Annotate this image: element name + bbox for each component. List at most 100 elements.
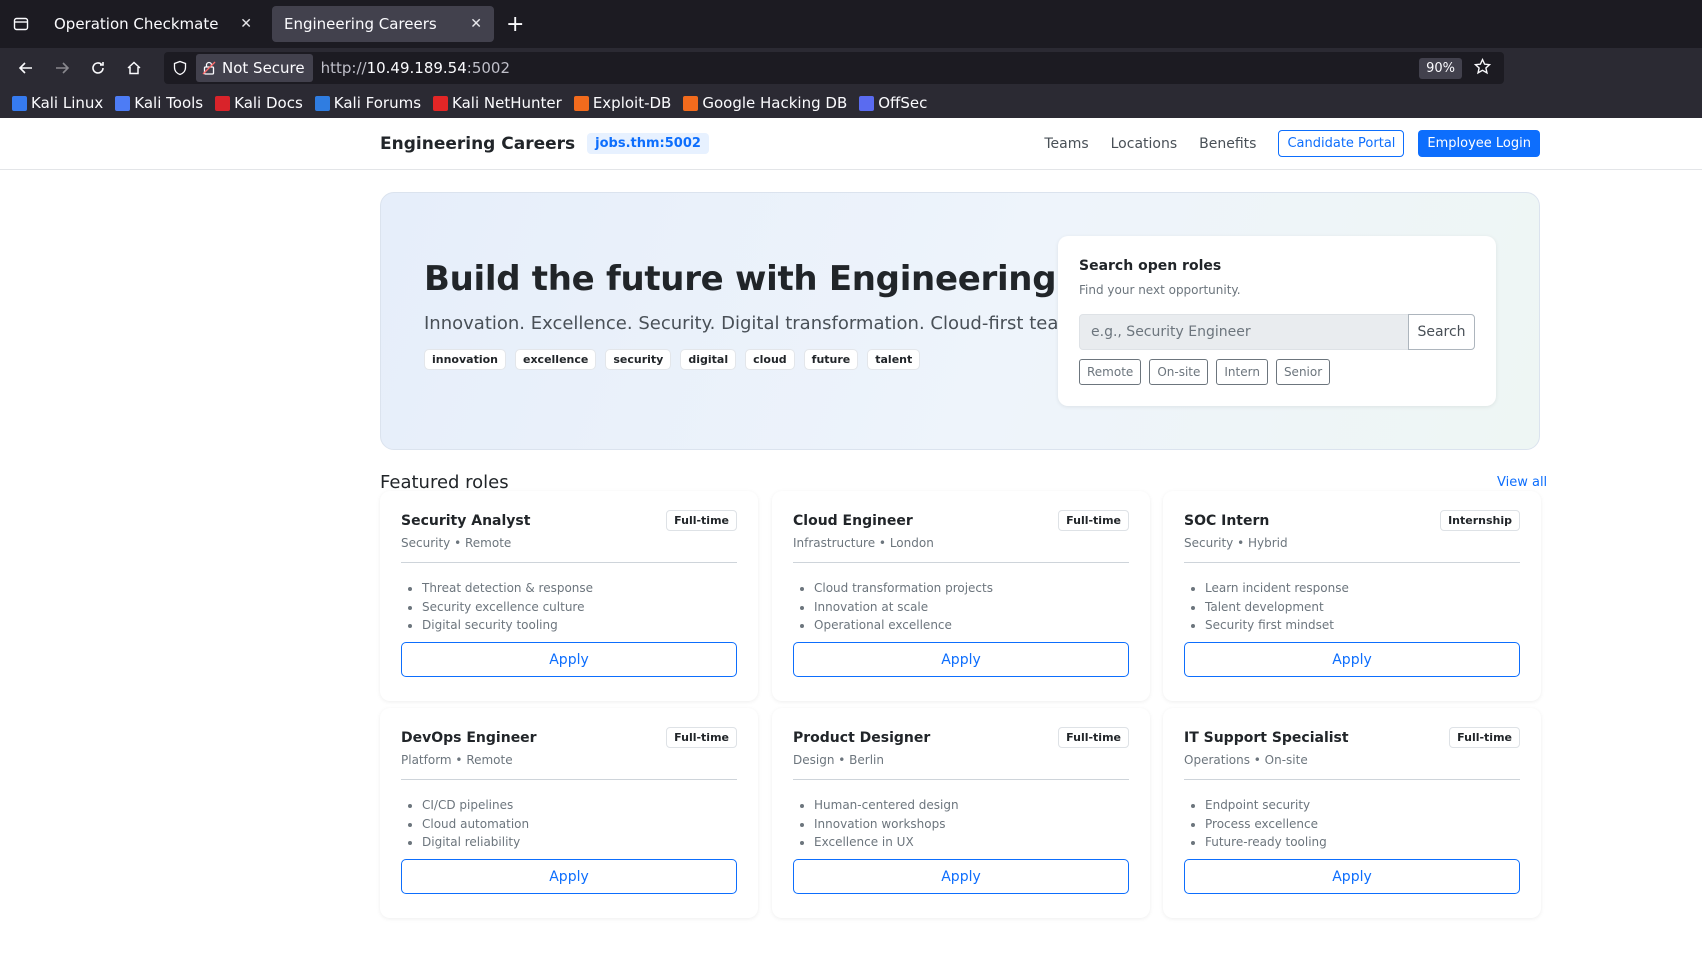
- bookmark-kali-linux[interactable]: Kali Linux: [12, 94, 103, 112]
- hero-subtitle: Innovation. Excellence. Security. Digita…: [424, 313, 1092, 334]
- role-highlight: Cloud automation: [422, 815, 529, 834]
- new-tab-icon[interactable]: +: [506, 12, 524, 37]
- divider: [401, 779, 737, 780]
- role-highlight: Security first mindset: [1205, 616, 1349, 635]
- role-meta: Security • Hybrid: [1184, 536, 1288, 550]
- bookmark-offsec[interactable]: OffSec: [859, 94, 927, 112]
- reload-button[interactable]: [80, 52, 116, 84]
- role-title[interactable]: Cloud Engineer: [793, 513, 913, 529]
- bookmark-kali-nethunter[interactable]: Kali NetHunter: [433, 94, 562, 112]
- lock-warning-icon: [202, 61, 216, 75]
- role-highlight: Security excellence culture: [422, 598, 593, 617]
- tab-list-icon: [13, 17, 29, 31]
- tab-operation-checkmate[interactable]: Operation Checkmate ✕: [42, 6, 264, 42]
- apply-button[interactable]: Apply: [1184, 859, 1520, 894]
- forward-button[interactable]: [44, 52, 80, 84]
- home-button[interactable]: [116, 52, 152, 84]
- role-highlights: Cloud transformation projectsInnovation …: [814, 579, 993, 635]
- search-button[interactable]: Search: [1408, 314, 1475, 350]
- arrow-left-icon: [18, 62, 32, 74]
- tab-engineering-careers[interactable]: Engineering Careers ✕: [272, 6, 494, 42]
- back-button[interactable]: [8, 52, 44, 84]
- role-highlight: Process excellence: [1205, 815, 1327, 834]
- bookmark-label: Kali Tools: [134, 94, 204, 112]
- tag-cloud: cloud: [745, 349, 795, 370]
- bookmark-label: Kali Linux: [31, 94, 104, 112]
- nav-link-benefits[interactable]: Benefits: [1199, 136, 1256, 152]
- role-meta: Operations • On-site: [1184, 753, 1308, 767]
- bookmark-exploit-db[interactable]: Exploit-DB: [573, 94, 672, 112]
- role-highlight: Innovation workshops: [814, 815, 959, 834]
- tab-list-button[interactable]: [6, 9, 36, 39]
- search-card: Search open roles Find your next opportu…: [1058, 236, 1496, 406]
- search-filters: Remote On-site Intern Senior: [1079, 359, 1331, 385]
- role-title[interactable]: IT Support Specialist: [1184, 730, 1349, 746]
- apply-button[interactable]: Apply: [401, 859, 737, 894]
- bookmark-star-button[interactable]: [1473, 57, 1500, 79]
- shield-icon[interactable]: [172, 60, 188, 76]
- employee-login-button[interactable]: Employee Login: [1418, 130, 1540, 157]
- employment-type-badge: Full-time: [666, 727, 737, 748]
- zoom-level[interactable]: 90%: [1419, 57, 1462, 79]
- url-bar[interactable]: Not Secure http://10.49.189.54:5002 90%: [164, 52, 1504, 84]
- filter-senior[interactable]: Senior: [1275, 359, 1331, 385]
- tag-future: future: [803, 349, 859, 370]
- role-highlight: Learn incident response: [1205, 579, 1349, 598]
- role-card: IT Support Specialist Operations • On-sit…: [1163, 708, 1541, 918]
- home-icon: [127, 61, 141, 75]
- url-prefix: http://: [320, 59, 367, 77]
- divider: [1184, 562, 1520, 563]
- filter-on-site[interactable]: On-site: [1149, 359, 1209, 385]
- candidate-portal-button[interactable]: Candidate Portal: [1278, 130, 1405, 157]
- role-meta: Infrastructure • London: [793, 536, 934, 550]
- role-highlight: Digital security tooling: [422, 616, 593, 635]
- filter-intern[interactable]: Intern: [1216, 359, 1268, 385]
- role-title[interactable]: SOC Intern: [1184, 513, 1269, 529]
- role-title[interactable]: DevOps Engineer: [401, 730, 537, 746]
- bookmark-google-hacking-db[interactable]: Google Hacking DB: [683, 94, 847, 112]
- view-all-link[interactable]: View all: [1497, 475, 1547, 490]
- role-card: Security Analyst Security • Remote Full-ti…: [380, 491, 758, 701]
- tag-excellence: excellence: [515, 349, 597, 370]
- tab-label: Operation Checkmate: [54, 15, 219, 33]
- apply-button[interactable]: Apply: [793, 859, 1129, 894]
- role-highlights: Human-centered designInnovation workshop…: [814, 796, 959, 852]
- employment-type-badge: Full-time: [1449, 727, 1520, 748]
- search-input[interactable]: e.g., Security Engineer: [1079, 314, 1409, 350]
- role-title[interactable]: Product Designer: [793, 730, 930, 746]
- kali-nethunter-icon: [433, 95, 449, 111]
- bookmark-label: Kali NetHunter: [452, 94, 562, 112]
- bookmark-label: Kali Docs: [234, 94, 303, 112]
- bookmark-label: Exploit-DB: [592, 94, 672, 112]
- star-icon: [1473, 57, 1492, 74]
- search-card-title: Search open roles: [1079, 258, 1222, 274]
- apply-button[interactable]: Apply: [1184, 642, 1520, 677]
- role-title[interactable]: Security Analyst: [401, 513, 530, 529]
- divider: [793, 779, 1129, 780]
- bookmark-kali-forums[interactable]: Kali Forums: [314, 94, 421, 112]
- apply-button[interactable]: Apply: [793, 642, 1129, 677]
- bookmark-kali-tools[interactable]: Kali Tools: [115, 94, 203, 112]
- filter-remote[interactable]: Remote: [1079, 359, 1142, 385]
- role-highlight: Digital reliability: [422, 833, 529, 852]
- role-highlights: Threat detection & responseSecurity exce…: [422, 579, 593, 635]
- bookmark-kali-docs[interactable]: Kali Docs: [215, 94, 303, 112]
- close-icon[interactable]: ✕: [240, 16, 252, 32]
- nav-link-teams[interactable]: Teams: [1044, 136, 1088, 152]
- reload-icon: [92, 62, 104, 74]
- role-highlight: Threat detection & response: [422, 579, 593, 598]
- not-secure-indicator[interactable]: Not Secure: [196, 54, 313, 82]
- role-highlight: Human-centered design: [814, 796, 959, 815]
- domain-badge: jobs.thm:5002: [587, 133, 709, 154]
- nav-link-locations[interactable]: Locations: [1111, 136, 1178, 152]
- hero-tags: innovation excellence security digital c…: [424, 349, 921, 370]
- tab-bar: Operation Checkmate ✕ Engineering Career…: [0, 0, 1702, 48]
- close-icon[interactable]: ✕: [470, 16, 482, 32]
- apply-button[interactable]: Apply: [401, 642, 737, 677]
- bookmark-label: Google Hacking DB: [702, 94, 848, 112]
- role-highlight: Endpoint security: [1205, 796, 1327, 815]
- brand-title[interactable]: Engineering Careers: [380, 134, 575, 154]
- role-highlights: Endpoint securityProcess excellenceFutur…: [1205, 796, 1327, 852]
- url-text[interactable]: http://10.49.189.54:5002: [321, 59, 510, 77]
- site-header: Engineering Careers jobs.thm:5002 Teams …: [0, 118, 1702, 170]
